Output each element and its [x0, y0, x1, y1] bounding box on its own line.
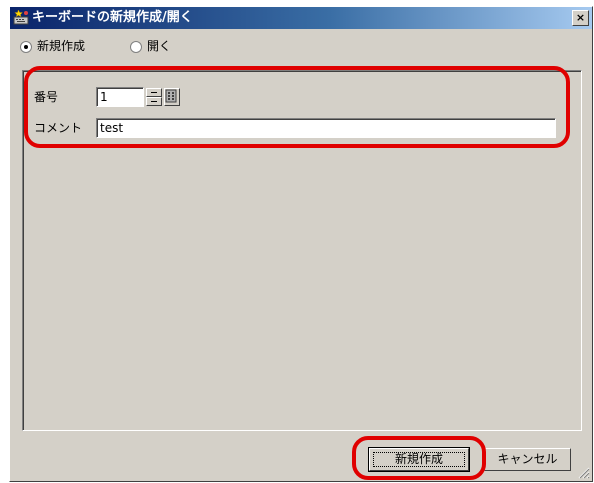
- create-button-label: 新規作成: [373, 452, 465, 467]
- spin-up-button[interactable]: [146, 88, 162, 97]
- radio-new-label[interactable]: 新規作成: [37, 39, 85, 53]
- radio-new-indicator[interactable]: [20, 41, 32, 53]
- title-bar[interactable]: キーボードの新規作成/開く ×: [10, 7, 592, 29]
- number-input[interactable]: 1: [96, 87, 144, 107]
- spin-down-button[interactable]: [146, 97, 162, 106]
- cancel-button[interactable]: キャンセル: [484, 448, 571, 471]
- settings-panel: 番号 1 コメント test: [22, 70, 582, 431]
- number-value: 1: [100, 90, 108, 104]
- close-icon: ×: [575, 11, 586, 24]
- comment-label: コメント: [34, 121, 83, 135]
- number-spinner[interactable]: [146, 88, 162, 106]
- comment-input[interactable]: test: [96, 118, 556, 138]
- create-button[interactable]: 新規作成: [368, 447, 470, 472]
- window-title: キーボードの新規作成/開く: [32, 10, 193, 25]
- close-button[interactable]: ×: [572, 10, 589, 26]
- dialog-window: キーボードの新規作成/開く × 新規作成 開く 番号 1 コメント test 新…: [9, 6, 593, 482]
- size-grip-icon[interactable]: [578, 467, 590, 479]
- comment-value: test: [100, 121, 124, 135]
- radio-selected-dot: [24, 45, 28, 49]
- keypad-icon: [165, 89, 177, 103]
- spin-up-icon: [151, 92, 157, 93]
- radio-open-indicator[interactable]: [130, 41, 142, 53]
- number-label: 番号: [34, 90, 59, 104]
- keypad-button[interactable]: [164, 88, 180, 106]
- spin-down-icon: [151, 101, 157, 102]
- keyboard-app-icon: [13, 10, 29, 25]
- radio-open-label[interactable]: 開く: [147, 39, 171, 53]
- cancel-button-label: キャンセル: [497, 452, 558, 466]
